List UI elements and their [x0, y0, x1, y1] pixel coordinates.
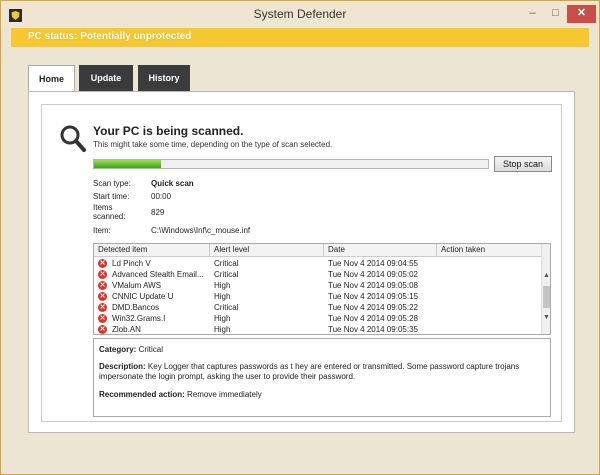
stop-scan-button[interactable]: Stop scan [494, 156, 552, 172]
detection-date: Tue Nov 4 2014 09:05:22 [328, 303, 418, 312]
scan-subtitle: This might take some time, depending on … [93, 140, 333, 149]
error-icon: ✕ [98, 259, 107, 268]
scan-progress-bar [93, 159, 489, 169]
scan-panel: Your PC is being scanned. This might tak… [41, 104, 562, 422]
category-row: Category: Critical [99, 345, 545, 355]
detected-item: CNNIC Update U [112, 292, 174, 301]
detections-table: Detected item Alert level Date Action ta… [93, 243, 551, 335]
magnifier-icon [60, 125, 86, 152]
table-body: ✕ Ld Pinch V Critical Tue Nov 4 2014 09:… [94, 258, 541, 334]
recommended-action-label: Recommended action: [99, 390, 185, 399]
table-row[interactable]: ✕ VMalum AWS High Tue Nov 4 2014 09:05:0… [94, 280, 541, 291]
title-bar[interactable]: System Defender – □ ✕ [1, 1, 599, 28]
error-icon: ✕ [98, 281, 107, 290]
tab-update[interactable]: Update [79, 65, 133, 91]
error-icon: ✕ [98, 314, 107, 323]
table-row[interactable]: ✕ Advanced Stealth Email... Critical Tue… [94, 269, 541, 280]
alert-level: High [214, 314, 231, 323]
scan-type-value: Quick scan [151, 179, 194, 188]
items-scanned-label: Items scanned: [93, 203, 126, 221]
pc-status-bar: PC status: Potentially unprotected [11, 28, 589, 47]
detected-item: VMalum AWS [112, 281, 162, 290]
column-header-action-taken[interactable]: Action taken [437, 244, 541, 257]
start-time-value: 00:00 [151, 192, 172, 201]
threat-details: Category: Critical Description: Key Logg… [93, 338, 551, 417]
close-button[interactable]: ✕ [567, 5, 596, 23]
alert-level: High [214, 281, 231, 290]
alert-level: Critical [214, 303, 239, 312]
alert-level: High [214, 325, 231, 334]
scan-heading: Your PC is being scanned. [93, 124, 244, 138]
recommended-action-row: Recommended action: Remove immediately [99, 390, 545, 400]
detection-date: Tue Nov 4 2014 09:04:55 [328, 259, 418, 268]
minimize-button[interactable]: – [521, 5, 544, 23]
table-row[interactable]: ✕ Zlob.AN High Tue Nov 4 2014 09:05:35 [94, 324, 541, 334]
error-icon: ✕ [98, 303, 107, 312]
table-row[interactable]: ✕ Ld Pinch V Critical Tue Nov 4 2014 09:… [94, 258, 541, 269]
start-time-label: Start time: [93, 192, 130, 201]
table-row[interactable]: ✕ Win32.Grams.I High Tue Nov 4 2014 09:0… [94, 313, 541, 324]
category-value: Critical [138, 345, 164, 354]
detected-item: Advanced Stealth Email... [112, 270, 204, 279]
scrollbar-thumb[interactable] [543, 286, 550, 308]
detected-item: Ld Pinch V [112, 259, 151, 268]
recommended-action-value: Remove immediately [187, 390, 262, 399]
table-row[interactable]: ✕ DMD.Bancos Critical Tue Nov 4 2014 09:… [94, 302, 541, 313]
scroll-up-arrow-icon[interactable]: ▲ [543, 272, 550, 279]
detection-date: Tue Nov 4 2014 09:05:15 [328, 292, 418, 301]
description-value: Key Logger that captures passwords as t … [99, 362, 520, 381]
column-header-alert-level[interactable]: Alert level [210, 244, 324, 257]
category-label: Category: [99, 345, 137, 354]
scan-progress-fill [94, 160, 161, 168]
description-label: Description: [99, 362, 146, 371]
table-header: Detected item Alert level Date Action ta… [94, 244, 541, 257]
detected-item: DMD.Bancos [112, 303, 160, 312]
detection-date: Tue Nov 4 2014 09:05:02 [328, 270, 418, 279]
description-row: Description: Key Logger that captures pa… [99, 362, 545, 382]
detected-item: Win32.Grams.I [112, 314, 166, 323]
tab-history[interactable]: History [138, 65, 190, 91]
detection-date: Tue Nov 4 2014 09:05:28 [328, 314, 418, 323]
table-row[interactable]: ✕ CNNIC Update U High Tue Nov 4 2014 09:… [94, 291, 541, 302]
item-label: Item: [93, 226, 111, 235]
items-scanned-value: 829 [151, 208, 165, 217]
alert-level: High [214, 292, 231, 301]
column-header-date[interactable]: Date [324, 244, 437, 257]
maximize-button[interactable]: □ [544, 5, 567, 23]
alert-level: Critical [214, 259, 239, 268]
app-window: System Defender – □ ✕ PC status: Potenti… [0, 0, 600, 475]
detection-date: Tue Nov 4 2014 09:05:08 [328, 281, 418, 290]
tab-home[interactable]: Home [28, 65, 75, 92]
scroll-down-arrow-icon[interactable]: ▼ [543, 314, 550, 321]
alert-level: Critical [214, 270, 239, 279]
error-icon: ✕ [98, 292, 107, 301]
window-title: System Defender [253, 7, 347, 21]
column-header-detected-item[interactable]: Detected item [94, 244, 210, 257]
item-value: C:\Windows\Inf\c_mouse.inf [151, 226, 251, 235]
error-icon: ✕ [98, 325, 107, 334]
detection-date: Tue Nov 4 2014 09:05:35 [328, 325, 418, 334]
table-scrollbar[interactable]: ▲ ▼ [541, 244, 550, 334]
detected-item: Zlob.AN [112, 325, 141, 334]
home-panel: Your PC is being scanned. This might tak… [28, 91, 575, 433]
scan-type-label: Scan type: [93, 179, 131, 188]
error-icon: ✕ [98, 270, 107, 279]
